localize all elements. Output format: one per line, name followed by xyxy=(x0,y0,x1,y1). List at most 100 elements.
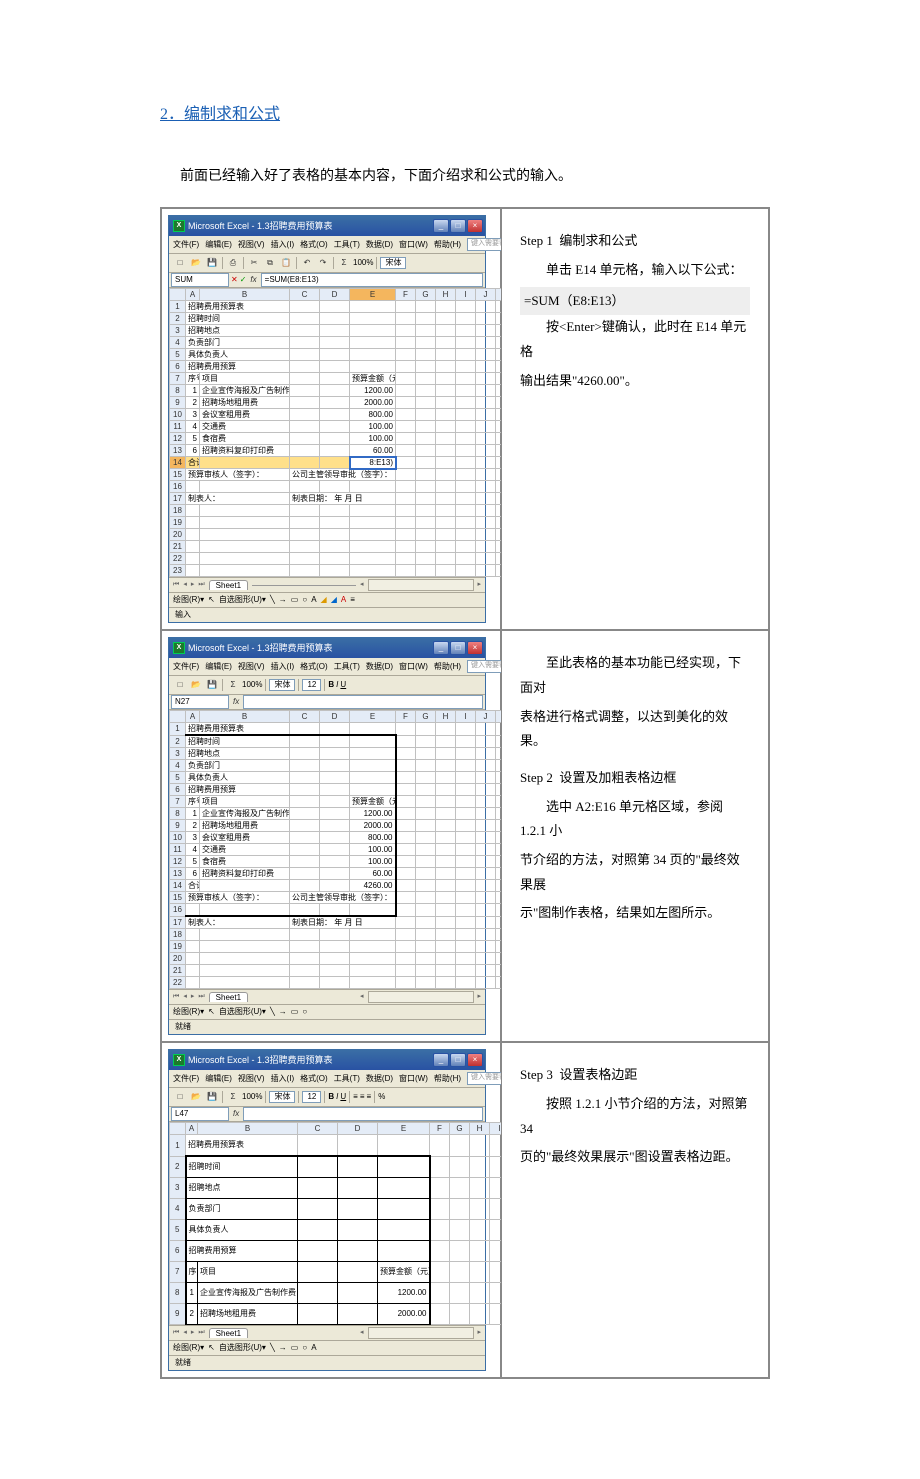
tab-nav-last[interactable]: ⏭ xyxy=(198,581,204,589)
confirm-formula-icon[interactable]: ✓ xyxy=(240,275,247,285)
currency-icon[interactable]: % xyxy=(378,1092,385,1102)
oval-icon[interactable]: ○ xyxy=(302,595,307,605)
tab-nav-prev[interactable]: ◂ xyxy=(183,581,187,589)
name-box[interactable]: SUM xyxy=(171,273,229,287)
line-color-icon[interactable]: ◢ xyxy=(331,595,337,605)
fx-icon[interactable]: fx xyxy=(233,697,239,707)
menu-window[interactable]: 窗口(W) xyxy=(399,240,428,250)
cut-icon[interactable]: ✂ xyxy=(247,256,261,270)
undo-icon[interactable]: ↶ xyxy=(300,256,314,270)
line-style-icon[interactable]: ≡ xyxy=(350,595,355,605)
tab-nav-first[interactable]: ⏮ xyxy=(173,581,179,589)
name-box[interactable]: L47 xyxy=(171,1107,229,1121)
underline-icon[interactable]: U xyxy=(340,680,346,690)
menu-view[interactable]: 视图(V) xyxy=(238,240,265,250)
sum-icon[interactable]: Σ xyxy=(337,256,351,270)
print-icon[interactable]: ⎙ xyxy=(226,256,240,270)
document-page: 2．编制求和公式 前面已经输入好了表格的基本内容，下面介绍求和公式的输入。 X … xyxy=(0,0,920,1479)
name-box[interactable]: N27 xyxy=(171,695,229,709)
menu-data[interactable]: 数据(D) xyxy=(366,240,393,250)
maximize-button[interactable]: □ xyxy=(450,641,466,655)
maximize-button[interactable]: □ xyxy=(450,219,466,233)
open-icon[interactable]: 📂 xyxy=(189,256,203,270)
steps-table: X Microsoft Excel - 1.3招聘费用预算表 _ □ × 文件(… xyxy=(160,207,770,1379)
step2-intro2: 表格进行格式调整，以达到美化的效果。 xyxy=(520,705,750,754)
menu-help[interactable]: 帮助(H) xyxy=(434,240,461,250)
maximize-button[interactable]: □ xyxy=(450,1053,466,1067)
save-icon[interactable]: 💾 xyxy=(205,256,219,270)
step3-heading: Step 3 设置表格边距 xyxy=(520,1063,750,1088)
formula-input[interactable] xyxy=(243,1107,483,1121)
formula-input[interactable]: =SUM(E8:E13) xyxy=(261,273,483,287)
close-button[interactable]: × xyxy=(467,219,483,233)
textbox-icon[interactable]: A xyxy=(311,595,316,605)
spreadsheet-grid[interactable]: ABCDEFGHIJKL 1招聘费用预算表 2招聘时间 3招聘地点 4负责部门 … xyxy=(169,710,536,989)
close-button[interactable]: × xyxy=(467,1053,483,1067)
step2-screenshot-cell: XMicrosoft Excel - 1.3招聘费用预算表 _□× 文件(F)编… xyxy=(161,630,501,1042)
step2-heading: Step 2 设置及加粗表格边框 xyxy=(520,766,750,791)
spreadsheet-grid[interactable]: ABCDEFGHIJ 1招聘费用预算表 2招聘时间 3招聘地点 4负责部门 5具… xyxy=(169,1122,530,1325)
menu-tools[interactable]: 工具(T) xyxy=(334,240,360,250)
font-name[interactable]: 宋体 xyxy=(380,257,406,269)
paste-icon[interactable]: 📋 xyxy=(279,256,293,270)
step2-text-cell: 至此表格的基本功能已经实现，下面对 表格进行格式调整，以达到美化的效果。 Ste… xyxy=(501,630,769,1042)
heading-text: 编制求和公式 xyxy=(184,106,280,123)
new-icon[interactable]: □ xyxy=(173,256,187,270)
excel-window-2: XMicrosoft Excel - 1.3招聘费用预算表 _□× 文件(F)编… xyxy=(168,637,486,1035)
step1-heading: Step 1 编制求和公式 xyxy=(520,229,750,254)
sheet-tabs: ⏮ ◂ ▸ ⏭ Sheet1 ◂▸ xyxy=(169,577,485,592)
font-color-icon[interactable]: A xyxy=(341,595,346,605)
arrow-icon[interactable]: → xyxy=(279,595,287,605)
step2-body2: 节介绍的方法，对照第 34 页的"最终效果展 xyxy=(520,848,750,897)
cancel-formula-icon[interactable]: ✕ xyxy=(231,275,238,285)
align-center-icon[interactable]: ≡ xyxy=(360,1092,365,1102)
drawing-toolbar: 绘图(R)▾ ↖ 自选图形(U)▾ ╲ → ▭ ○ A ◢ ◢ A ≡ xyxy=(169,592,485,607)
fx-icon[interactable]: fx xyxy=(233,1109,239,1119)
status-bar: 输入 xyxy=(169,607,485,622)
step1-line2a: 按<Enter>键确认，此时在 E14 单元格 xyxy=(520,315,750,364)
align-left-icon[interactable]: ≡ xyxy=(353,1092,358,1102)
autoshapes-menu[interactable]: 自选图形(U)▾ xyxy=(219,595,266,605)
zoom-value[interactable]: 100% xyxy=(353,258,373,268)
fx-icon[interactable]: fx xyxy=(250,275,256,285)
italic-icon[interactable]: I xyxy=(336,680,338,690)
spreadsheet-grid[interactable]: ABCDEFGHIJKL 1招聘费用预算表 2招聘时间 3招聘地点 4负责部门 … xyxy=(169,288,536,577)
excel-window-3: XMicrosoft Excel - 1.3招聘费用预算表 _□× 文件(F)编… xyxy=(168,1049,486,1371)
minimize-button[interactable]: _ xyxy=(433,641,449,655)
window-controls: _ □ × xyxy=(433,219,483,233)
tab-nav-next[interactable]: ▸ xyxy=(191,581,195,589)
step1-text-cell: Step 1 编制求和公式 单击 E14 单元格，输入以下公式： =SUM（E8… xyxy=(501,208,769,630)
window-title: Microsoft Excel - 1.3招聘费用预算表 xyxy=(188,221,333,232)
line-icon[interactable]: ╲ xyxy=(270,595,275,605)
minimize-button[interactable]: _ xyxy=(433,1053,449,1067)
step3-body1: 按照 1.2.1 小节介绍的方法，对照第 34 xyxy=(520,1092,750,1141)
intro-paragraph: 前面已经输入好了表格的基本内容，下面介绍求和公式的输入。 xyxy=(180,164,770,189)
step3-screenshot-cell: XMicrosoft Excel - 1.3招聘费用预算表 _□× 文件(F)编… xyxy=(161,1042,501,1378)
formula-input[interactable] xyxy=(243,695,483,709)
menu-file[interactable]: 文件(F) xyxy=(173,240,199,250)
step2-body3: 示"图制作表格，结果如左图所示。 xyxy=(520,901,750,926)
step3-text-cell: Step 3 设置表格边距 按照 1.2.1 小节介绍的方法，对照第 34 页的… xyxy=(501,1042,769,1378)
bold-icon[interactable]: B xyxy=(328,680,334,690)
sheet-tab-1[interactable]: Sheet1 xyxy=(209,580,248,591)
step1-line1: 单击 E14 单元格，输入以下公式： xyxy=(520,258,750,283)
copy-icon[interactable]: ⧉ xyxy=(263,256,277,270)
menu-edit[interactable]: 编辑(E) xyxy=(205,240,232,250)
minimize-button[interactable]: _ xyxy=(433,219,449,233)
excel-window-1: X Microsoft Excel - 1.3招聘费用预算表 _ □ × 文件(… xyxy=(168,215,486,623)
col-header-row: ABCDEFGHIJKL xyxy=(170,289,536,301)
active-cell[interactable]: 8:E13) xyxy=(350,457,396,469)
menu-insert[interactable]: 插入(I) xyxy=(271,240,295,250)
rectangle-icon[interactable]: ▭ xyxy=(291,595,299,605)
step2-intro1: 至此表格的基本功能已经实现，下面对 xyxy=(520,651,750,700)
standard-toolbar: □ 📂 💾 ⎙ ✂ ⧉ 📋 ↶ ↷ Σ 100% xyxy=(169,254,485,273)
redo-icon[interactable]: ↷ xyxy=(316,256,330,270)
close-button[interactable]: × xyxy=(467,641,483,655)
step2-body1: 选中 A2:E16 单元格区域，参阅 1.2.1 小 xyxy=(520,795,750,844)
menu-format[interactable]: 格式(O) xyxy=(300,240,328,250)
select-icon[interactable]: ↖ xyxy=(208,595,215,605)
formula-bar: SUM ✕ ✓ fx =SUM(E8:E13) xyxy=(169,273,485,288)
align-right-icon[interactable]: ≡ xyxy=(367,1092,372,1102)
fill-color-icon[interactable]: ◢ xyxy=(321,595,327,605)
draw-menu[interactable]: 绘图(R)▾ xyxy=(173,595,204,605)
